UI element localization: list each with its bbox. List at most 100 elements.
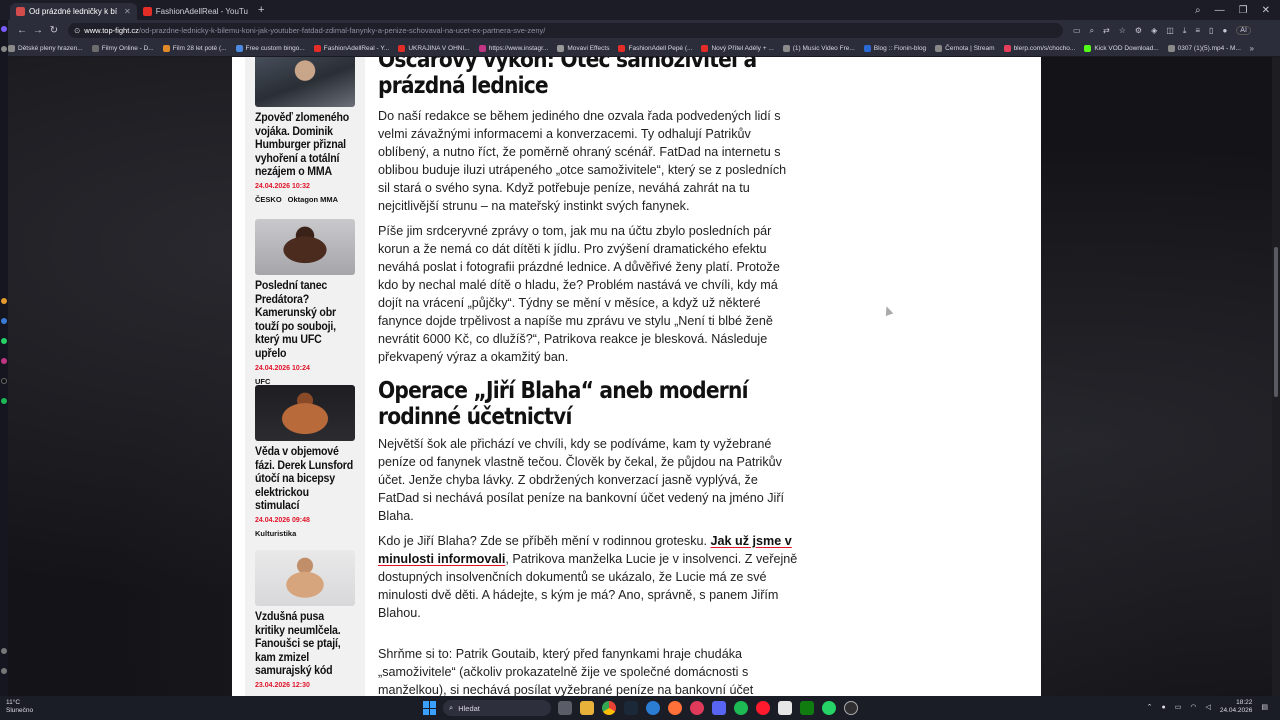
related-article-card[interactable]: Věda v objemové fázi. Derek Lunsford úto… (255, 385, 355, 538)
firefox-icon[interactable] (668, 701, 682, 715)
new-tab-icon[interactable]: + (258, 4, 264, 16)
bookmark-item[interactable]: blerp.com/s/chocho... (1003, 45, 1075, 52)
reload-icon[interactable]: ↻ (46, 25, 62, 36)
article-thumbnail[interactable] (255, 219, 355, 275)
xbox-icon[interactable] (800, 701, 814, 715)
section-heading: Oscarový výkon: Otec samoživitel a prázd… (378, 57, 757, 99)
translate-icon[interactable]: ⇄ (1103, 26, 1110, 35)
search-placeholder: Hledat (458, 703, 480, 713)
bookmark-item[interactable]: UKRAJINA V OHNI... (398, 45, 470, 52)
site-info-icon[interactable]: ⊙ (74, 26, 80, 35)
install-app-icon[interactable]: ▭ (1073, 26, 1081, 35)
bookmark-item[interactable]: 0307 (1)(5).mp4 - M... (1167, 45, 1241, 52)
whatsapp-icon[interactable] (822, 701, 836, 715)
category-tag[interactable]: Kulturistika (255, 529, 296, 538)
more-bookmarks-icon[interactable]: » (1250, 44, 1254, 53)
bookmark-item[interactable]: Dětské pleny hrazen... (8, 45, 83, 52)
clock[interactable]: 18:22 24.04.2026 (1220, 699, 1253, 715)
scroll-thumb[interactable] (1274, 247, 1278, 397)
profile-icon[interactable]: ● (1222, 26, 1227, 35)
back-icon[interactable]: ← (14, 25, 30, 36)
related-article-title[interactable]: Věda v objemové fázi. Derek Lunsford úto… (255, 446, 354, 514)
page-scrollbar[interactable] (1272, 57, 1280, 696)
bookmark-item[interactable]: Free custom bingo... (235, 45, 305, 52)
maximize-icon[interactable]: ❐ (1239, 5, 1248, 16)
app-icon[interactable] (1, 648, 7, 654)
close-window-icon[interactable]: ✕ (1262, 5, 1270, 16)
category-tag[interactable]: ČESKO (255, 195, 282, 204)
url-path: /od-prazdne-lednicky-k-bilemu-koni-jak-y… (138, 26, 546, 35)
bookmark-item[interactable]: Kick VOD Download... (1084, 45, 1159, 52)
sidebar-toggle-icon[interactable]: ▯ (1209, 26, 1213, 35)
app-icon[interactable] (1, 398, 7, 404)
ai-button[interactable]: AI (1236, 26, 1251, 35)
related-article-card[interactable]: Zpověď zlomeného vojáka. Dominik Humburg… (255, 57, 355, 204)
bookmark-item[interactable]: (1) Music Video Fre... (782, 45, 855, 52)
weather-widget[interactable]: 11°C Slunečno (6, 699, 33, 715)
task-view-icon[interactable] (558, 701, 572, 715)
bookmark-item[interactable]: FashionAdellReal - Y... (313, 45, 389, 52)
tray-overflow-icon[interactable]: ⌃ (1147, 703, 1153, 711)
bookmark-item[interactable]: Blog :: Fionin-blog (863, 45, 926, 52)
related-article-title[interactable]: Zpověď zlomeného vojáka. Dominik Humburg… (255, 112, 354, 180)
app-icon[interactable] (1, 358, 7, 364)
windows-start-icon[interactable] (423, 701, 437, 715)
microphone-icon[interactable]: ● (1161, 704, 1165, 711)
article-thumbnail[interactable] (255, 57, 355, 107)
related-article-card[interactable]: Vzdušná pusa kritiky neumlčela. Fanoušci… (255, 550, 355, 689)
article-thumbnail[interactable] (255, 550, 355, 606)
app-icon[interactable] (1, 668, 7, 674)
app-icon[interactable] (1, 338, 7, 344)
zoom-icon[interactable]: ⌕ (1090, 26, 1094, 36)
bookmark-item[interactable]: https://www.instagr... (478, 45, 548, 52)
edge-icon[interactable] (646, 701, 660, 715)
browser-search-icon[interactable]: ⌕ (1195, 5, 1201, 16)
tab-youtube[interactable]: FashionAdellReal - YouTu (137, 3, 254, 20)
chrome-icon[interactable] (602, 701, 616, 715)
article-paragraph: Do naší redakce se během jediného dne oz… (378, 109, 787, 213)
forward-icon[interactable]: → (30, 25, 46, 36)
discord-icon[interactable] (712, 701, 726, 715)
opera-icon[interactable] (756, 701, 770, 715)
minimize-icon[interactable]: — (1215, 5, 1225, 16)
obs-icon[interactable] (844, 701, 858, 715)
bookmark-item[interactable]: Nový Přítel Adély + ... (701, 45, 774, 52)
spotify-icon[interactable] (734, 701, 748, 715)
file-explorer-icon[interactable] (580, 701, 594, 715)
bookmark-label: Černota | Stream (945, 45, 995, 52)
article-thumbnail[interactable] (255, 385, 355, 441)
shield-icon[interactable]: ◈ (1151, 26, 1157, 35)
volume-icon[interactable]: ◁ (1205, 703, 1210, 711)
browser-icon[interactable] (690, 701, 704, 715)
category-tag[interactable]: Oktagon MMA (288, 195, 338, 204)
bookmark-item[interactable]: Film 28 let poté (... (162, 45, 227, 52)
steam-icon[interactable] (624, 701, 638, 715)
app-icon[interactable] (1, 378, 7, 384)
bookmark-item[interactable]: FashionAdell Pepé (... (618, 45, 692, 52)
bookmark-item[interactable]: Černota | Stream (935, 45, 995, 52)
tab-article[interactable]: Od prázdné ledničky k bí ✕ (10, 3, 137, 20)
related-article-card[interactable]: Poslední tanec Predátora? Kamerunský obr… (255, 219, 355, 386)
related-articles-sidebar: Zpověď zlomeného vojáka. Dominik Humburg… (245, 57, 365, 696)
related-article-title[interactable]: Poslední tanec Predátora? Kamerunský obr… (255, 280, 354, 362)
app-icon[interactable] (1, 318, 7, 324)
close-tab-icon[interactable]: ✕ (124, 7, 131, 16)
notifications-icon[interactable]: ▤ (1261, 703, 1268, 711)
url-field[interactable]: ⊙ www.top-fight.cz/od-prazdne-lednicky-k… (68, 23, 1063, 38)
network-icon[interactable]: ◠ (1190, 703, 1196, 711)
notes-icon[interactable] (778, 701, 792, 715)
split-view-icon[interactable]: ◫ (1166, 26, 1174, 35)
download-icon[interactable]: ⤓ (1183, 26, 1187, 36)
bookmark-star-icon[interactable]: ☆ (1119, 26, 1126, 35)
extensions-icon[interactable]: ⚙ (1135, 26, 1142, 35)
taskbar-search[interactable]: ⌕ Hledat (443, 700, 551, 716)
menu-icon[interactable]: ≡ (1195, 26, 1200, 35)
app-icon[interactable] (1, 26, 7, 32)
app-icon[interactable] (1, 298, 7, 304)
bookmark-item[interactable]: Movavi Effects (557, 45, 609, 52)
app-icon[interactable] (1, 46, 7, 52)
toolbar-icons: ▭ ⌕ ⇄ ☆ ⚙ ◈ ◫ ⤓ ≡ ▯ ● AI (1073, 26, 1251, 36)
display-icon[interactable]: ▭ (1175, 703, 1182, 711)
bookmark-item[interactable]: Filmy Online - D... (91, 45, 154, 52)
related-article-title[interactable]: Vzdušná pusa kritiky neumlčela. Fanoušci… (255, 611, 354, 679)
